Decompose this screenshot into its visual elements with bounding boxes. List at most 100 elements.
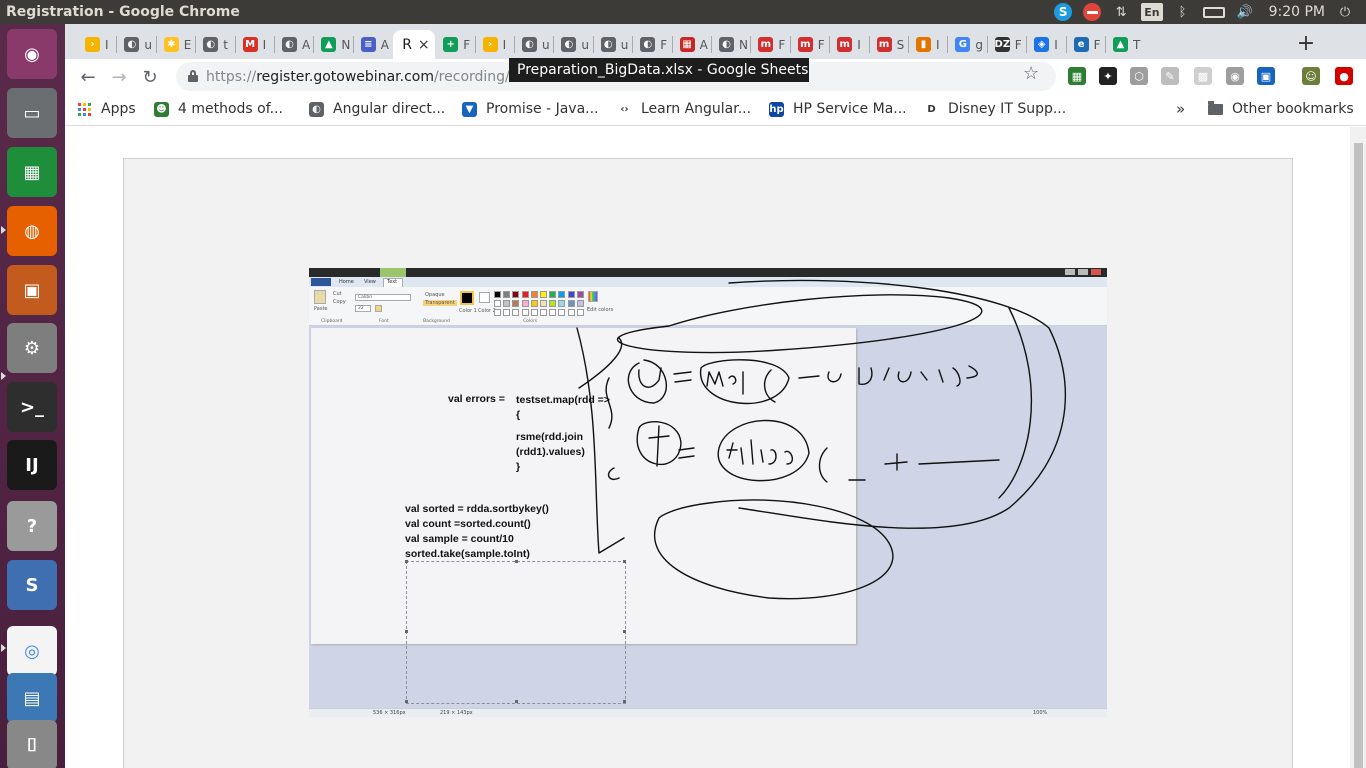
bookmark-item[interactable]: hp HP Service Ma... <box>769 99 907 119</box>
selection-handle <box>623 630 626 633</box>
launcher-files-icon[interactable]: ▭ <box>7 88 57 138</box>
launcher-virtualbox-icon[interactable]: ▤ <box>7 673 57 723</box>
launcher-intellij-idea-icon[interactable]: IJ <box>7 440 57 490</box>
reload-button[interactable]: ↻ <box>137 64 163 90</box>
tab[interactable]: ◐ u <box>515 30 551 59</box>
tab[interactable]: mF <box>751 30 787 59</box>
tab[interactable]: ◐ N <box>712 30 748 59</box>
ext-1-icon[interactable]: ▦ <box>1068 67 1086 85</box>
tab[interactable]: ◐ t <box>196 30 232 59</box>
tab[interactable]: › I <box>476 30 512 59</box>
bluetooth-icon[interactable]: ᛒ <box>1174 3 1192 21</box>
battery-icon[interactable] <box>1202 6 1225 18</box>
bookmark-item[interactable]: ▼ Promise - Java... <box>462 99 599 119</box>
bookmark-apps[interactable]: Apps <box>78 99 136 119</box>
clipboard-group-label: Clipboard <box>321 319 343 324</box>
bookmark-star-icon[interactable]: ☆ <box>1023 63 1039 84</box>
tab-title: F <box>463 37 471 52</box>
tab-favicon-icon: ✱ <box>163 37 179 52</box>
ext-3-icon[interactable]: ⬡ <box>1130 67 1148 85</box>
tab[interactable]: ▲ T <box>1106 30 1142 59</box>
ext-2-icon[interactable]: ✦ <box>1099 67 1117 85</box>
launcher-firefox-icon[interactable]: ◍ <box>7 206 57 256</box>
code-errors-label: val errors = <box>448 393 505 405</box>
tab[interactable]: mI <box>830 30 866 59</box>
network-icon[interactable]: ⇅ <box>1112 3 1130 21</box>
bookmark-item[interactable]: ‹› Learn Angular... <box>617 99 751 119</box>
ext-8-icon[interactable]: ☺ <box>1302 67 1320 85</box>
volume-icon[interactable]: 🔊 <box>1236 3 1254 21</box>
tab-close-icon[interactable]: × <box>418 37 430 53</box>
bookmarks-bar: Apps ☻ 4 methods of... ◐ Angular direct... ▼… <box>65 93 1366 126</box>
tab[interactable]: ◐ u <box>117 30 153 59</box>
tab-active[interactable]: R × <box>393 30 436 59</box>
palette-swatch-empty <box>540 309 547 316</box>
tab[interactable]: ◈ I <box>1027 30 1063 59</box>
ext-6-icon[interactable]: ◉ <box>1226 67 1244 85</box>
tab[interactable]: ◐ u <box>554 30 590 59</box>
tab[interactable]: + F <box>436 30 472 59</box>
shared-screen-video[interactable]: Home View Text Paste Cut Copy Clipboard … <box>309 268 1107 717</box>
other-bookmarks[interactable]: Other bookmarks <box>1208 99 1354 119</box>
power-icon[interactable]: ⏻ <box>1336 3 1354 21</box>
launcher-system-settings-icon[interactable]: ⚙ <box>7 323 57 373</box>
ext-5-icon[interactable]: ▩ <box>1194 67 1212 85</box>
tab-favicon-icon: › <box>482 37 498 52</box>
bookmarks-overflow-button[interactable]: » <box>1176 99 1185 119</box>
launcher-libreoffice-calc-icon[interactable]: ▦ <box>7 147 57 197</box>
tab[interactable]: eF <box>1067 30 1103 59</box>
launcher-stacked-apps-icon[interactable]: S <box>7 560 57 610</box>
tab[interactable]: Gg <box>948 30 984 59</box>
tab-title: F <box>1093 37 1101 52</box>
tab[interactable]: MI <box>236 30 272 59</box>
launcher-libreoffice-impress-icon[interactable]: ▣ <box>7 265 57 315</box>
tab[interactable]: › I <box>78 30 114 59</box>
skype-icon[interactable]: S <box>1054 3 1073 21</box>
url-host: register.gotowebinar.com <box>256 68 434 85</box>
tab[interactable]: ◐ u <box>594 30 630 59</box>
tab[interactable]: ▮ I <box>909 30 945 59</box>
ext-4-icon[interactable]: ✎ <box>1161 67 1179 85</box>
tab[interactable]: ✱ E <box>157 30 193 59</box>
launcher-ubuntu-dash-icon[interactable]: ◉ <box>7 29 57 79</box>
color2-swatch <box>479 292 490 303</box>
tab[interactable]: ▦ A <box>673 30 709 59</box>
ink-right-stroke <box>998 307 1033 499</box>
tab[interactable]: ◐ F <box>633 30 669 59</box>
tab-title: F <box>660 37 668 52</box>
tab[interactable]: ≡ A <box>354 30 390 59</box>
new-tab-button[interactable]: + <box>1292 30 1320 56</box>
paint-tab-text: Text <box>383 278 403 287</box>
tab[interactable]: ▲ N <box>314 30 350 59</box>
selection-size-readout: 219 × 143px <box>440 710 473 716</box>
tab[interactable]: DZ F <box>988 30 1024 59</box>
lock-icon[interactable] <box>188 70 198 82</box>
transparent-label: Transparent <box>423 300 457 306</box>
launcher-disks-icon[interactable]: ⌷ <box>7 720 57 768</box>
tab-favicon-icon: ▲ <box>1113 37 1128 52</box>
scrollbar-thumb[interactable] <box>1354 143 1363 768</box>
clock[interactable]: 9:20 PM <box>1269 4 1325 20</box>
tab-favicon-icon: m <box>837 37 853 52</box>
tab[interactable]: mF <box>791 30 827 59</box>
palette-swatch-empty <box>530 309 538 316</box>
back-button[interactable]: ← <box>75 64 101 90</box>
tab[interactable]: mS <box>870 30 906 59</box>
ink-underscore <box>848 453 1000 481</box>
do-not-disturb-icon[interactable] <box>1083 3 1102 21</box>
ext-7-icon[interactable]: ▣ <box>1257 67 1275 85</box>
forward-button[interactable]: → <box>106 64 132 90</box>
ext-9-icon[interactable]: ● <box>1335 67 1353 85</box>
launcher-terminal-icon[interactable]: >_ <box>7 382 57 432</box>
bookmark-item[interactable]: D Disney IT Supp... <box>924 99 1066 119</box>
palette-swatch <box>512 300 520 307</box>
page-scrollbar[interactable] <box>1350 127 1366 768</box>
tab-title: I <box>857 37 861 52</box>
bookmark-item[interactable]: ☻ 4 methods of... <box>154 99 283 119</box>
tab[interactable]: ◐ A <box>275 30 311 59</box>
launcher-chrome-icon[interactable]: ◎ <box>7 626 57 676</box>
keyboard-layout-indicator[interactable]: En <box>1141 3 1163 21</box>
launcher-help-icon[interactable]: ? <box>7 501 57 551</box>
bookmark-item[interactable]: ◐ Angular direct... <box>309 99 445 119</box>
paint-titlebar <box>309 268 1107 277</box>
